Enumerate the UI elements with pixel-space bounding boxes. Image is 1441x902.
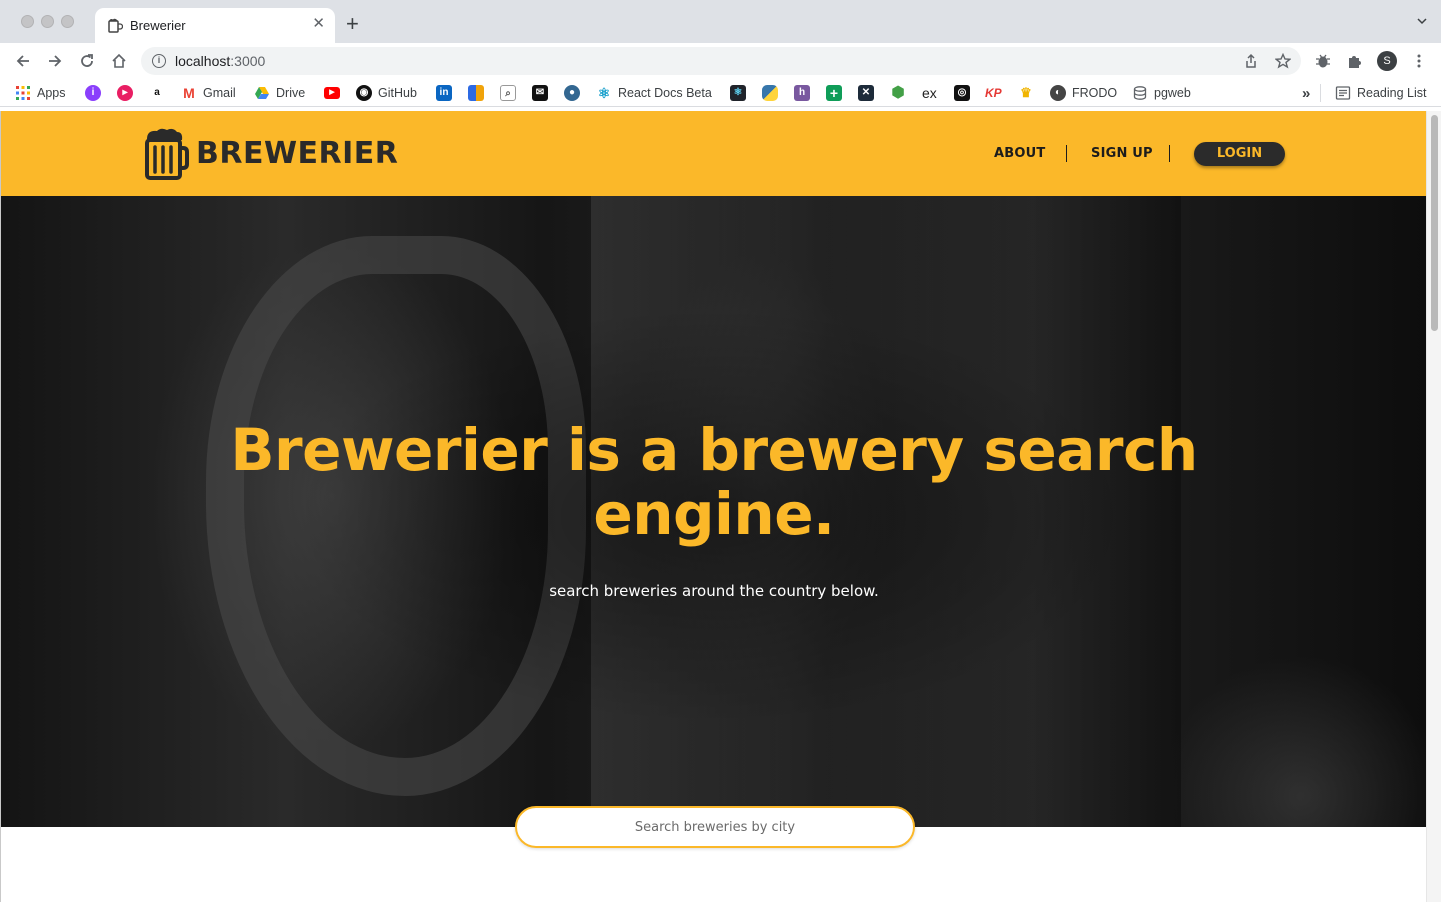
bookmark-amazon[interactable]: a <box>149 84 165 102</box>
tab-strip: Brewerier ✕ + <box>0 0 1441 43</box>
address-bar[interactable]: i localhost:3000 <box>141 47 1301 75</box>
bookmark-1[interactable]: i <box>85 84 101 102</box>
bookmark-10[interactable]: ⚛ <box>730 84 746 102</box>
bookmark-2[interactable]: ▸ <box>117 84 133 102</box>
bookmark-react-docs[interactable]: ⚛ React Docs Beta <box>596 84 712 102</box>
share-icon[interactable] <box>1243 53 1259 69</box>
bookmarks-bar: Apps i ▸ a M Gmail Drive ▶ ◉ GitHub in ⌕… <box>0 79 1441 107</box>
search-icon: ⌕ <box>500 85 516 101</box>
extension-bug-icon[interactable] <box>1314 52 1332 70</box>
nav-divider <box>1066 145 1067 162</box>
elephant-icon: ● <box>564 85 580 101</box>
url-text: localhost:3000 <box>175 53 266 69</box>
new-tab-icon[interactable]: + <box>346 13 359 35</box>
browser-tab[interactable]: Brewerier ✕ <box>95 8 335 43</box>
bookmark-frodo[interactable]: ◐ FRODO <box>1050 84 1117 102</box>
beer-mug-icon[interactable] <box>143 127 189 181</box>
hero-subtitle: search breweries around the country belo… <box>549 582 879 600</box>
database-icon <box>1133 86 1147 100</box>
nav-divider <box>1169 145 1170 162</box>
bookmarks-overflow[interactable]: » <box>1302 84 1310 102</box>
bookmark-github[interactable]: ◉ GitHub <box>356 84 417 102</box>
hexagon-icon: ⬢ <box>891 84 905 101</box>
bookmark-6[interactable] <box>468 84 484 102</box>
home-icon[interactable] <box>110 52 128 70</box>
kp-label: KP <box>985 86 1002 100</box>
bookmark-apps[interactable]: Apps <box>15 84 66 102</box>
login-button[interactable]: LOGIN <box>1194 142 1285 166</box>
apps-grid-icon <box>16 86 30 100</box>
bookmark-favicon: ▸ <box>117 85 133 101</box>
bookmark-sheets[interactable]: + <box>826 84 842 102</box>
hero-section: Brewerier is a brewery search engine. se… <box>1 196 1426 827</box>
ex-label: ex <box>922 85 937 101</box>
bookmark-favicon <box>468 85 484 101</box>
bookmark-python[interactable] <box>762 84 778 102</box>
scrollbar-thumb[interactable] <box>1431 115 1438 331</box>
close-tab-icon[interactable]: ✕ <box>312 16 325 32</box>
beer-mug-icon <box>108 18 123 33</box>
close-window-dot[interactable] <box>21 15 34 28</box>
bookmark-linkedin[interactable]: in <box>436 84 452 102</box>
bookmark-gmail[interactable]: M Gmail <box>181 84 236 102</box>
bookmark-drive[interactable]: Drive <box>254 84 305 102</box>
back-icon[interactable] <box>14 52 32 70</box>
minimize-window-dot[interactable] <box>41 15 54 28</box>
nav-signup-link[interactable]: SIGN UP <box>1091 146 1153 161</box>
react-icon: ⚛ <box>730 85 746 101</box>
browser-toolbar: i localhost:3000 S <box>0 43 1441 79</box>
globe-icon: ◐ <box>1050 85 1066 101</box>
bookmark-17[interactable]: ◎ <box>954 84 970 102</box>
drive-icon <box>255 87 269 99</box>
reload-icon[interactable] <box>78 52 96 70</box>
youtube-icon: ▶ <box>324 87 340 99</box>
bookmark-8[interactable]: ✉ <box>532 84 548 102</box>
bookmark-postgres[interactable]: ● <box>564 84 580 102</box>
bookmark-node[interactable]: ⬢ <box>890 84 906 102</box>
plus-icon: + <box>826 85 842 101</box>
profile-avatar[interactable]: S <box>1377 51 1397 71</box>
linkedin-icon: in <box>436 85 452 101</box>
hero-title: Brewerier is a brewery search engine. <box>230 416 1198 548</box>
heroku-icon: h <box>794 85 810 101</box>
bookmark-youtube[interactable]: ▶ <box>324 84 340 102</box>
page-viewport: BREWERIER ABOUT SIGN UP LOGIN Brewerier … <box>0 111 1426 902</box>
amazon-icon: a <box>154 87 160 98</box>
brand-logo-text[interactable]: BREWERIER <box>196 136 398 171</box>
reading-list-icon <box>1335 86 1351 100</box>
bookmark-pgweb[interactable]: pgweb <box>1132 84 1191 102</box>
tab-title: Brewerier <box>130 18 186 33</box>
bookmark-favicon: ✉ <box>532 85 548 101</box>
bookmark-19[interactable]: ♛ <box>1018 84 1034 102</box>
bookmark-ex[interactable]: ex <box>922 84 937 102</box>
info-icon[interactable]: i <box>152 54 166 68</box>
city-search-input[interactable] <box>515 806 915 848</box>
bookmark-favicon: ✕ <box>858 85 874 101</box>
bookmark-favicon: i <box>85 85 101 101</box>
reading-list[interactable]: Reading List <box>1320 84 1427 102</box>
zoom-window-dot[interactable] <box>61 15 74 28</box>
bookmark-kp[interactable]: KP <box>985 84 1002 102</box>
nav-about-link[interactable]: ABOUT <box>994 146 1045 161</box>
menu-icon[interactable] <box>1410 52 1428 70</box>
gmail-icon: M <box>183 85 195 101</box>
bookmark-heroku[interactable]: h <box>794 84 810 102</box>
star-icon[interactable] <box>1275 53 1291 69</box>
puzzle-icon[interactable] <box>1346 52 1364 70</box>
bookmark-favicon: ◎ <box>954 85 970 101</box>
bookmark-14[interactable]: ✕ <box>858 84 874 102</box>
bookmark-7[interactable]: ⌕ <box>500 84 516 102</box>
page-scrollbar[interactable] <box>1426 111 1441 902</box>
github-icon: ◉ <box>356 85 372 101</box>
forward-icon[interactable] <box>46 52 64 70</box>
site-header: BREWERIER ABOUT SIGN UP LOGIN <box>1 111 1426 196</box>
crown-icon: ♛ <box>1020 85 1032 100</box>
chevron-down-icon[interactable] <box>1417 16 1427 26</box>
react-icon: ⚛ <box>597 85 611 101</box>
python-icon <box>762 85 778 101</box>
